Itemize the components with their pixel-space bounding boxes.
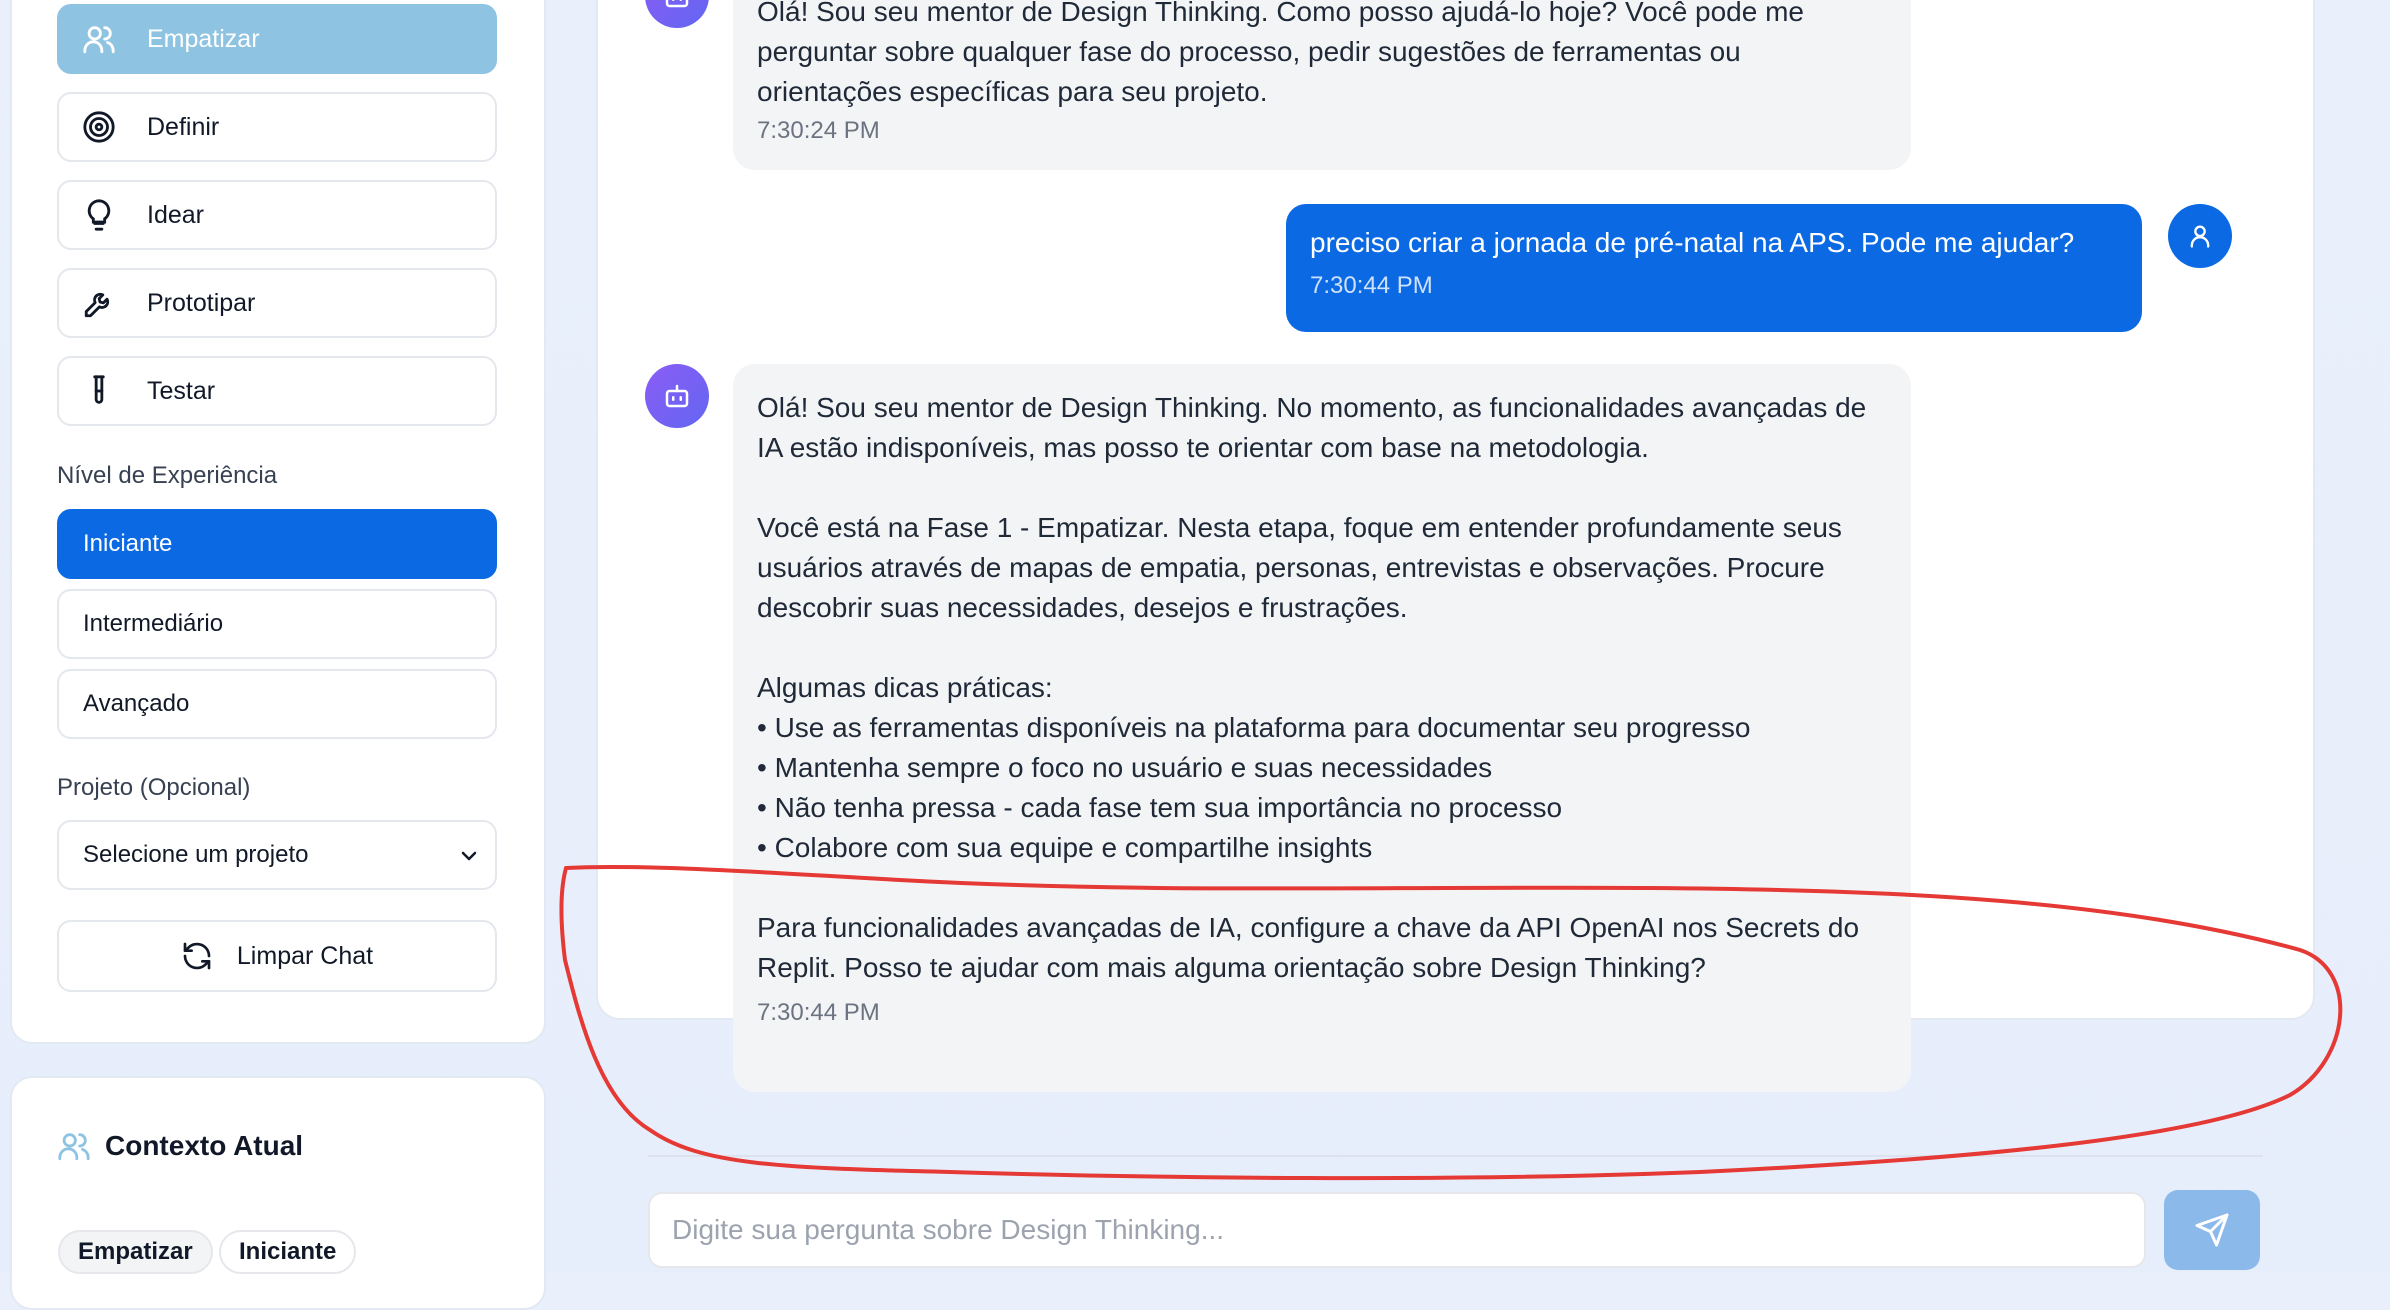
message-time: 7:30:44 PM [757,999,880,1026]
chevron-down-icon [457,844,481,875]
project-select-value: Selecione um projeto [83,841,309,868]
bot-avatar [645,364,709,428]
users-icon [57,1129,91,1168]
send-icon [2194,1212,2230,1248]
user-avatar [2168,204,2232,268]
context-panel [10,1076,546,1310]
context-tag-phase: Empatizar [58,1230,213,1274]
chat-input[interactable] [648,1192,2146,1268]
input-divider [648,1155,2263,1157]
clear-chat-button[interactable]: Limpar Chat [57,920,497,992]
message-text: Olá! Sou seu mentor de Design Thinking. … [757,392,1867,983]
clear-chat-label: Limpar Chat [236,941,374,970]
phase-label: Prototipar [147,288,256,317]
bot-message: Olá! Sou seu mentor de Design Thinking. … [733,364,1911,1092]
wrench-icon [79,283,119,323]
phase-button-empatizar[interactable]: Empatizar [57,4,497,74]
user-message: preciso criar a jornada de pré-natal na … [1286,204,2142,332]
context-title: Contexto Atual [105,1130,304,1161]
test-tube-icon [79,371,119,411]
level-button-iniciante[interactable]: Iniciante [57,509,497,579]
project-label: Projeto (Opcional) [57,774,251,801]
level-button-intermediario[interactable]: Intermediário [57,589,497,659]
phase-button-testar[interactable]: Testar [57,356,497,426]
bot-message: Olá! Sou seu mentor de Design Thinking. … [733,0,1911,170]
phase-label: Definir [147,112,220,141]
phase-label: Empatizar [147,24,260,53]
message-text: Olá! Sou seu mentor de Design Thinking. … [757,0,1812,107]
phase-button-definir[interactable]: Definir [57,92,497,162]
message-time: 7:30:44 PM [1310,272,1433,299]
lightbulb-icon [79,195,119,235]
phase-label: Testar [147,376,216,405]
target-icon [79,107,119,147]
send-button[interactable] [2164,1190,2260,1270]
project-select[interactable]: Selecione um projeto [57,820,497,890]
message-time: 7:30:24 PM [757,117,880,144]
users-icon [79,19,119,59]
phase-button-prototipar[interactable]: Prototipar [57,268,497,338]
level-button-avancado[interactable]: Avançado [57,669,497,739]
experience-level-label: Nível de Experiência [57,462,278,489]
message-text: preciso criar a jornada de pré-natal na … [1310,227,2075,258]
phase-button-idear[interactable]: Idear [57,180,497,250]
context-tag-level: Iniciante [219,1230,357,1274]
phase-label: Idear [147,200,204,229]
refresh-icon [181,940,213,972]
